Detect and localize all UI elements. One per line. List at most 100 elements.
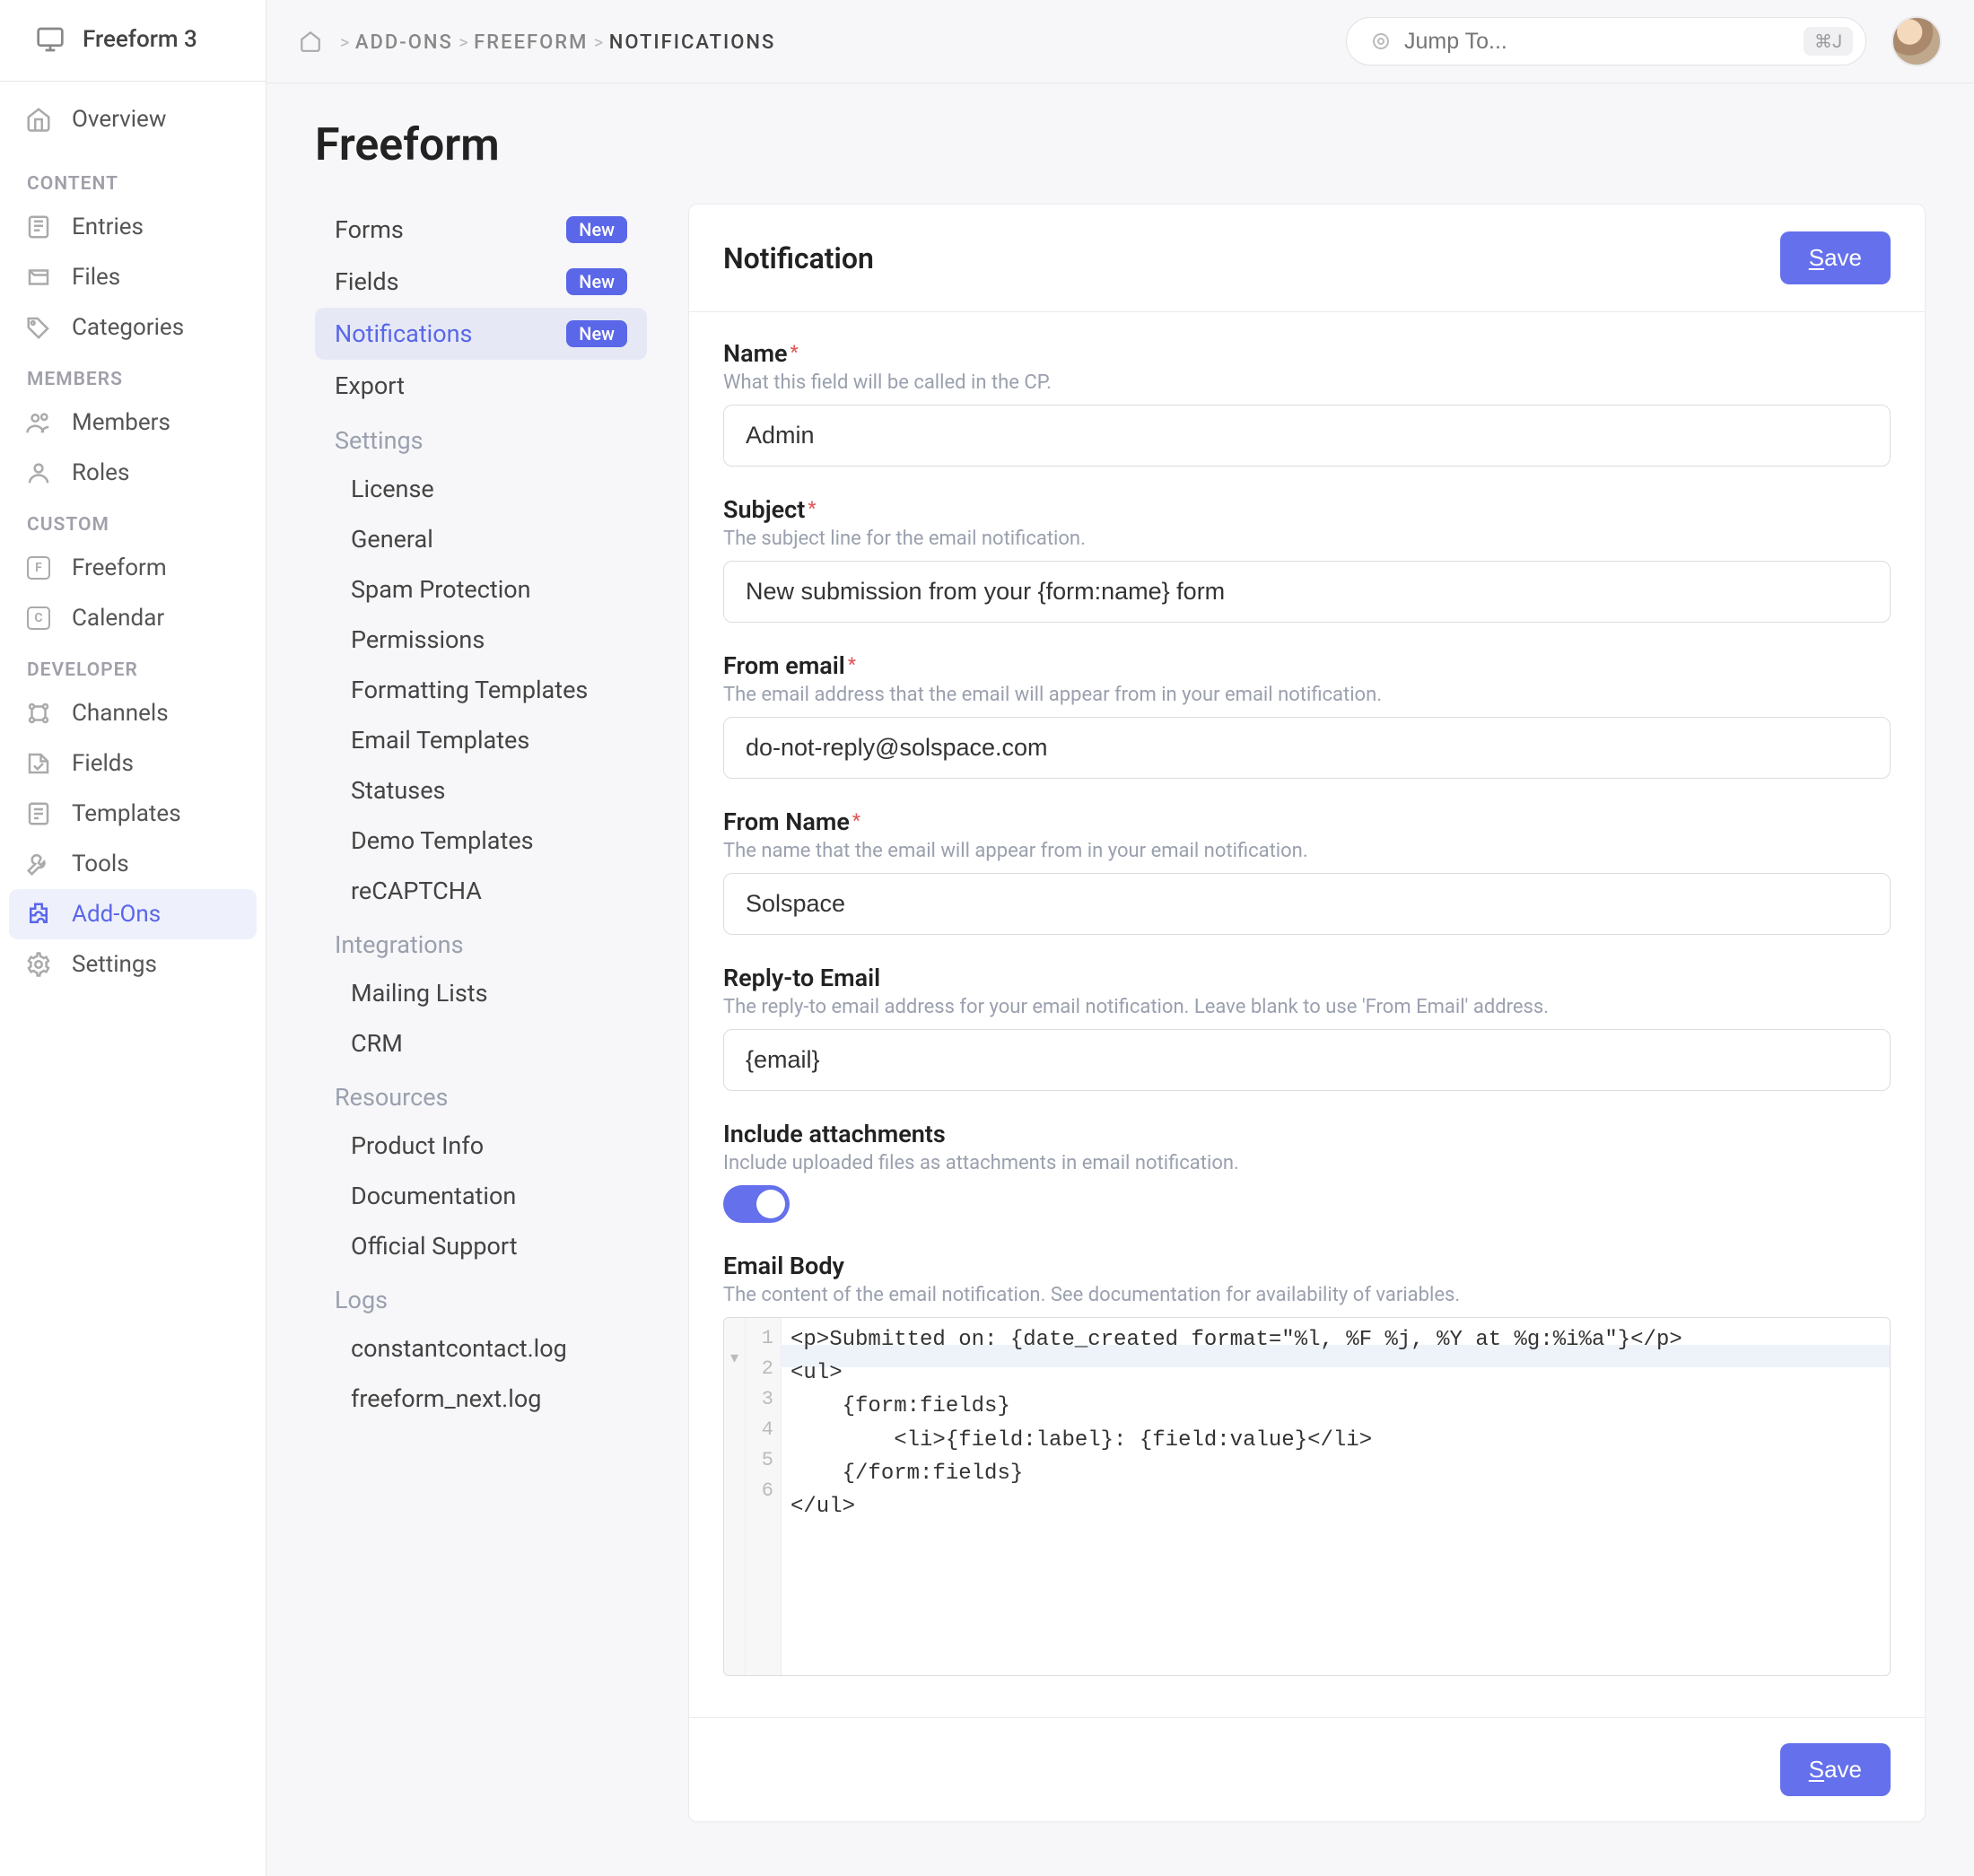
sidebar-item-label: Calendar [72, 605, 164, 632]
sidebar-item-label: Entries [72, 214, 144, 240]
subnav-sub-recaptcha[interactable]: reCAPTCHA [315, 866, 647, 916]
sidebar-item-label: Tools [72, 851, 129, 877]
entries-icon [25, 214, 52, 240]
gutter-fold: ▾ [724, 1318, 746, 1675]
avatar[interactable] [1891, 16, 1942, 66]
sidebar: Freeform 3 Overview CONTENTEntriesFilesC… [0, 0, 266, 1876]
sidebar-item-label: Members [72, 409, 170, 436]
sidebar-item-channels[interactable]: Channels [9, 688, 257, 738]
subnav-sub-product-info[interactable]: Product Info [315, 1121, 647, 1171]
sidebar-heading: DEVELOPER [0, 643, 266, 688]
sidebar-item-freeform[interactable]: F Freeform [9, 543, 257, 593]
subnav-sub-documentation[interactable]: Documentation [315, 1171, 647, 1221]
reply-to-input[interactable] [723, 1029, 1891, 1091]
sidebar-item-entries[interactable]: Entries [9, 202, 257, 252]
subnav-sub-general[interactable]: General [315, 514, 647, 564]
home-icon [25, 106, 52, 133]
calendar-icon: C [25, 605, 52, 632]
brand-label: Freeform 3 [83, 26, 197, 53]
attachments-toggle[interactable] [723, 1185, 790, 1223]
subnav-sub-permissions[interactable]: Permissions [315, 615, 647, 665]
code-gutter: 123456 [746, 1318, 782, 1675]
subnav-sub-freeform-next-log[interactable]: freeform_next.log [315, 1374, 647, 1424]
subnav: FormsNewFieldsNewNotificationsNewExport … [315, 204, 647, 1424]
sidebar-item-label: Settings [72, 951, 157, 978]
templates-icon [25, 800, 52, 827]
subnav-sub-email-templates[interactable]: Email Templates [315, 715, 647, 765]
sidebar-item-label: Channels [72, 700, 169, 727]
subnav-sub-official-support[interactable]: Official Support [315, 1221, 647, 1271]
members-icon [25, 409, 52, 436]
sidebar-item-label: Roles [72, 459, 129, 486]
notification-panel: Notification Save Name* What this field … [688, 204, 1926, 1822]
subnav-export[interactable]: Export [315, 360, 647, 412]
sidebar-item-label: Fields [72, 750, 134, 777]
page-title: Freeform [315, 119, 1926, 171]
subnav-sub-license[interactable]: License [315, 464, 647, 514]
brand: Freeform 3 [0, 0, 266, 82]
add-ons-icon [25, 901, 52, 928]
sidebar-item-calendar[interactable]: C Calendar [9, 593, 257, 643]
sidebar-item-label: Freeform [72, 554, 167, 581]
sidebar-item-overview[interactable]: Overview [9, 94, 257, 144]
sidebar-item-label: Add-Ons [72, 901, 161, 928]
roles-icon [25, 459, 52, 486]
from-name-input[interactable] [723, 873, 1891, 935]
subnav-heading: Settings [315, 412, 647, 464]
sidebar-item-label: Categories [72, 314, 184, 341]
target-icon [1370, 31, 1392, 52]
sidebar-item-settings[interactable]: Settings [9, 939, 257, 990]
save-button[interactable]: Save [1780, 231, 1891, 284]
new-badge: New [566, 320, 627, 347]
subnav-sub-formatting-templates[interactable]: Formatting Templates [315, 665, 647, 715]
subnav-sub-demo-templates[interactable]: Demo Templates [315, 816, 647, 866]
panel-title: Notification [723, 241, 874, 275]
email-body-editor[interactable]: ▾ 123456 <p>Submitted on: {date_created … [723, 1317, 1891, 1676]
save-button-bottom[interactable]: Save [1780, 1743, 1891, 1796]
files-icon [25, 264, 52, 291]
tools-icon [25, 851, 52, 877]
subnav-sub-constantcontact-log[interactable]: constantcontact.log [315, 1323, 647, 1374]
subnav-sub-spam-protection[interactable]: Spam Protection [315, 564, 647, 615]
from-email-input[interactable] [723, 717, 1891, 779]
home-icon[interactable] [299, 30, 322, 53]
subnav-notifications[interactable]: NotificationsNew [315, 308, 647, 360]
subject-input[interactable] [723, 561, 1891, 623]
sidebar-item-tools[interactable]: Tools [9, 839, 257, 889]
crumb-add-ons[interactable]: ADD-ONS [355, 31, 453, 54]
sidebar-item-add-ons[interactable]: Add-Ons [9, 889, 257, 939]
subnav-heading: Resources [315, 1069, 647, 1121]
crumb-freeform[interactable]: FREEFORM [474, 31, 588, 54]
channels-icon [25, 700, 52, 727]
subnav-forms[interactable]: FormsNew [315, 204, 647, 256]
subnav-heading: Integrations [315, 916, 647, 968]
new-badge: New [566, 268, 627, 295]
categories-icon [25, 314, 52, 341]
subnav-fields[interactable]: FieldsNew [315, 256, 647, 308]
breadcrumb: > ADD-ONS > FREEFORM > NOTIFICATIONS [299, 28, 775, 55]
search-input[interactable] [1404, 29, 1791, 55]
subnav-sub-crm[interactable]: CRM [315, 1018, 647, 1069]
sidebar-heading: CUSTOM [0, 498, 266, 543]
name-input[interactable] [723, 405, 1891, 467]
sidebar-item-label: Templates [72, 800, 181, 827]
sidebar-item-members[interactable]: Members [9, 397, 257, 448]
jump-to-search[interactable]: ⌘J [1346, 17, 1866, 65]
sidebar-item-files[interactable]: Files [9, 252, 257, 302]
monitor-icon [36, 25, 65, 54]
subnav-sub-statuses[interactable]: Statuses [315, 765, 647, 816]
freeform-icon: F [25, 554, 52, 581]
search-kbd: ⌘J [1804, 27, 1853, 56]
sidebar-heading: MEMBERS [0, 353, 266, 397]
code-body[interactable]: <p>Submitted on: {date_created format="%… [790, 1323, 1881, 1523]
sidebar-item-label: Files [72, 264, 120, 291]
sidebar-item-categories[interactable]: Categories [9, 302, 257, 353]
main: > ADD-ONS > FREEFORM > NOTIFICATIONS ⌘J … [266, 0, 1974, 1876]
subnav-sub-mailing-lists[interactable]: Mailing Lists [315, 968, 647, 1018]
sidebar-item-fields[interactable]: Fields [9, 738, 257, 789]
new-badge: New [566, 216, 627, 243]
crumb-notifications[interactable]: NOTIFICATIONS [609, 31, 776, 54]
sidebar-item-roles[interactable]: Roles [9, 448, 257, 498]
topbar: > ADD-ONS > FREEFORM > NOTIFICATIONS ⌘J [266, 0, 1974, 83]
sidebar-item-templates[interactable]: Templates [9, 789, 257, 839]
